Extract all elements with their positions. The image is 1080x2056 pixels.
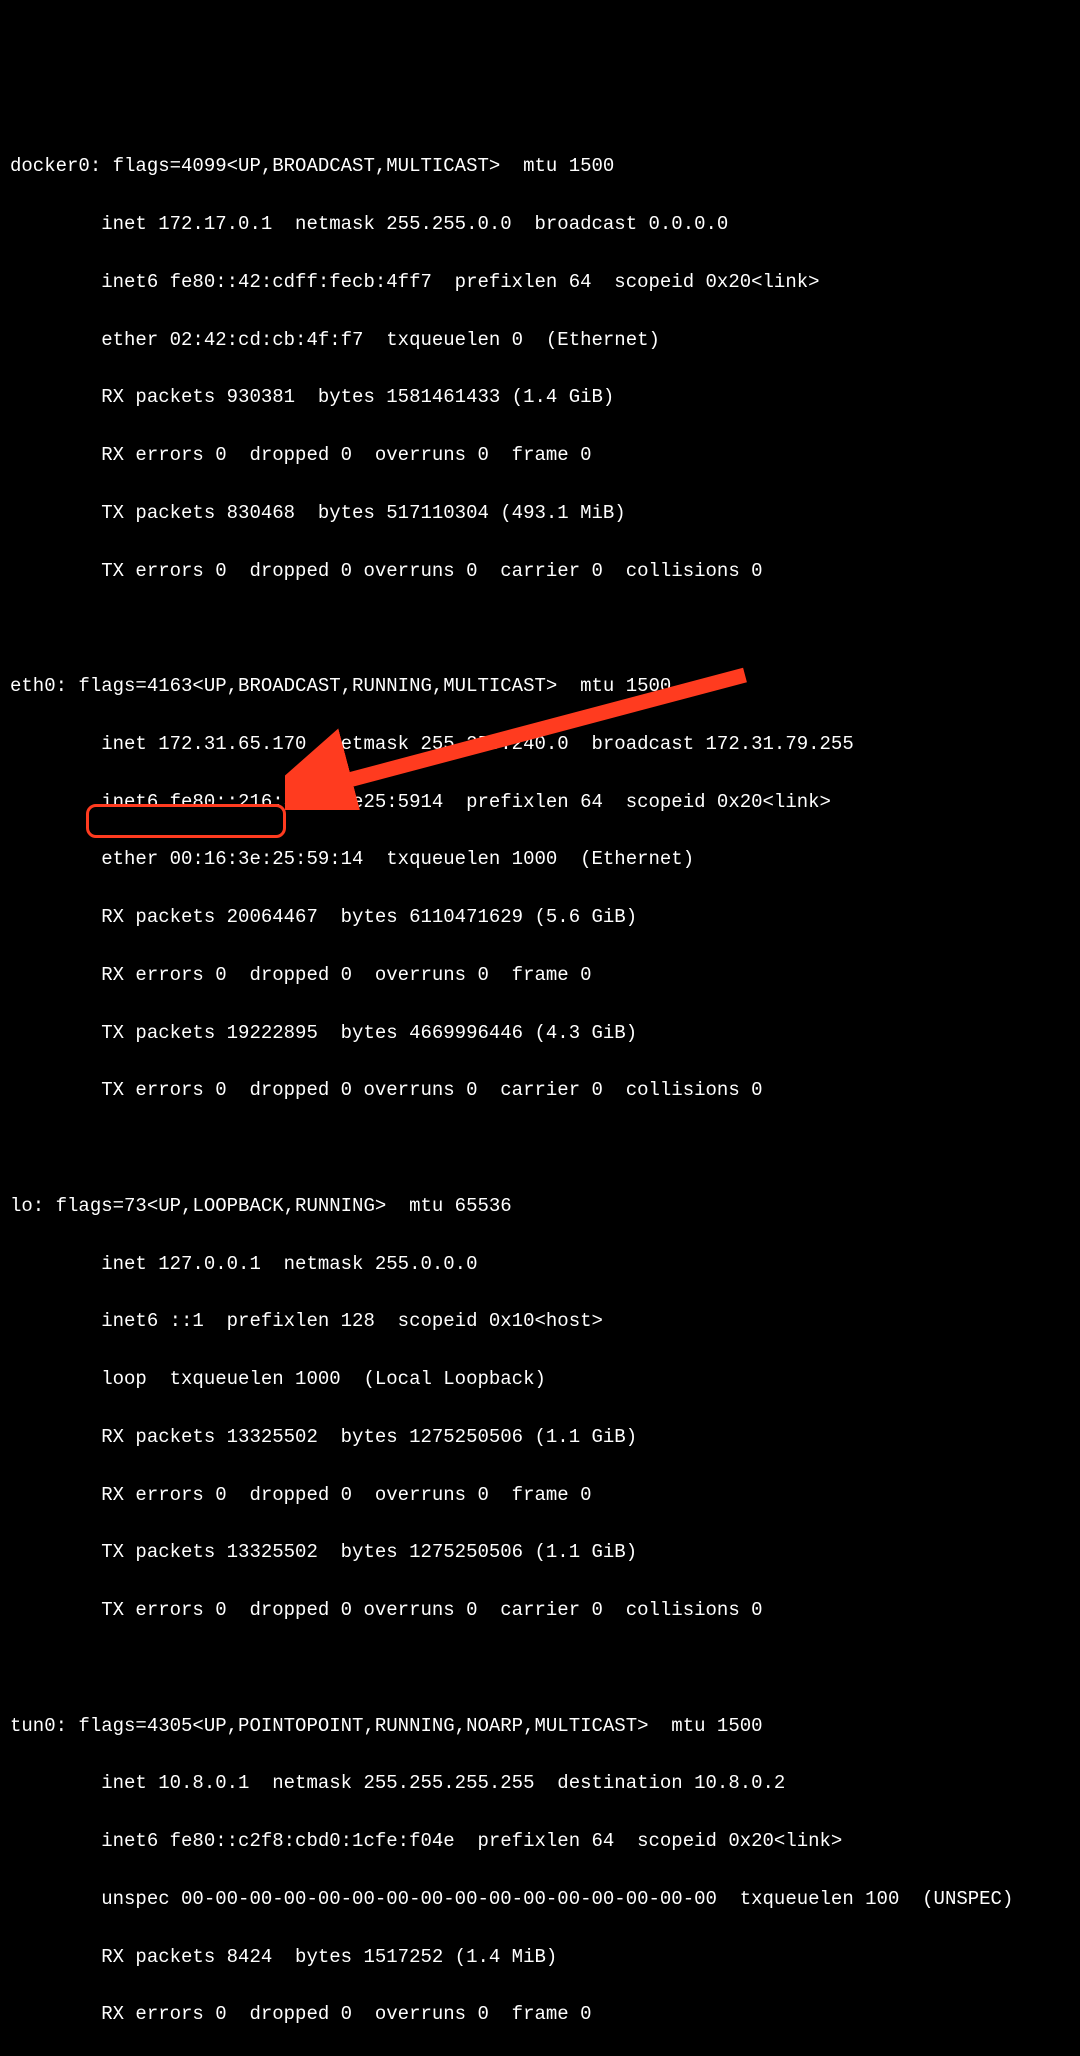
blank-line (10, 1654, 1070, 1683)
interface-lo-line: RX errors 0 dropped 0 overruns 0 frame 0 (10, 1481, 1070, 1510)
interface-docker0-line: TX packets 830468 bytes 517110304 (493.1… (10, 499, 1070, 528)
blank-line (10, 614, 1070, 643)
interface-docker0-line: inet 172.17.0.1 netmask 255.255.0.0 broa… (10, 210, 1070, 239)
interface-tun0-line: RX packets 8424 bytes 1517252 (1.4 MiB) (10, 1943, 1070, 1972)
interface-docker0-line: RX packets 930381 bytes 1581461433 (1.4 … (10, 383, 1070, 412)
interface-lo-line: inet6 ::1 prefixlen 128 scopeid 0x10<hos… (10, 1307, 1070, 1336)
terminal-output: docker0: flags=4099<UP,BROADCAST,MULTICA… (10, 124, 1070, 2056)
interface-docker0-line: RX errors 0 dropped 0 overruns 0 frame 0 (10, 441, 1070, 470)
interface-tun0-line: inet 10.8.0.1 netmask 255.255.255.255 de… (10, 1769, 1070, 1798)
interface-eth0-header: eth0: flags=4163<UP,BROADCAST,RUNNING,MU… (10, 672, 1070, 701)
interface-docker0-line: ether 02:42:cd:cb:4f:f7 txqueuelen 0 (Et… (10, 326, 1070, 355)
interface-docker0-line: inet6 fe80::42:cdff:fecb:4ff7 prefixlen … (10, 268, 1070, 297)
interface-docker0-line: TX errors 0 dropped 0 overruns 0 carrier… (10, 557, 1070, 586)
interface-tun0-line: inet6 fe80::c2f8:cbd0:1cfe:f04e prefixle… (10, 1827, 1070, 1856)
interface-lo-line: TX packets 13325502 bytes 1275250506 (1.… (10, 1538, 1070, 1567)
interface-lo-line: TX errors 0 dropped 0 overruns 0 carrier… (10, 1596, 1070, 1625)
interface-eth0-line: RX packets 20064467 bytes 6110471629 (5.… (10, 903, 1070, 932)
blank-line (10, 1134, 1070, 1163)
interface-lo-header: lo: flags=73<UP,LOOPBACK,RUNNING> mtu 65… (10, 1192, 1070, 1221)
interface-eth0-line: TX errors 0 dropped 0 overruns 0 carrier… (10, 1076, 1070, 1105)
interface-tun0-line: unspec 00-00-00-00-00-00-00-00-00-00-00-… (10, 1885, 1070, 1914)
interface-eth0-line: TX packets 19222895 bytes 4669996446 (4.… (10, 1019, 1070, 1048)
interface-docker0-header: docker0: flags=4099<UP,BROADCAST,MULTICA… (10, 152, 1070, 181)
interface-eth0-line: inet6 fe80::216:3eff:fe25:5914 prefixlen… (10, 788, 1070, 817)
interface-tun0-line: RX errors 0 dropped 0 overruns 0 frame 0 (10, 2000, 1070, 2029)
interface-eth0-line: inet 172.31.65.170 netmask 255.255.240.0… (10, 730, 1070, 759)
interface-eth0-line: RX errors 0 dropped 0 overruns 0 frame 0 (10, 961, 1070, 990)
interface-tun0-header: tun0: flags=4305<UP,POINTOPOINT,RUNNING,… (10, 1712, 1070, 1741)
interface-lo-line: RX packets 13325502 bytes 1275250506 (1.… (10, 1423, 1070, 1452)
interface-lo-line: inet 127.0.0.1 netmask 255.0.0.0 (10, 1250, 1070, 1279)
interface-eth0-line: ether 00:16:3e:25:59:14 txqueuelen 1000 … (10, 845, 1070, 874)
interface-lo-line: loop txqueuelen 1000 (Local Loopback) (10, 1365, 1070, 1394)
